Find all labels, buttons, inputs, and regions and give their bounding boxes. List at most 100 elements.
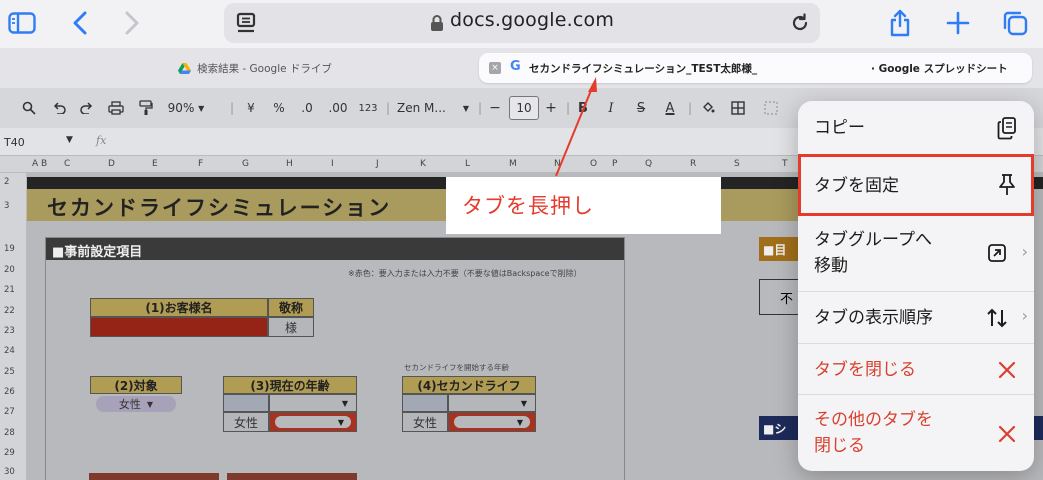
menu-item-copy[interactable]: コピー — [798, 101, 1034, 155]
row-label[interactable]: 25 — [4, 367, 15, 377]
row-label[interactable]: 29 — [4, 448, 15, 458]
sidebar-icon[interactable] — [4, 6, 40, 40]
column-label[interactable]: G — [242, 159, 249, 169]
zoom-select[interactable]: 90% ▼ — [166, 98, 206, 118]
chevron-right-icon: › — [1021, 306, 1028, 325]
percent-button[interactable]: % — [272, 98, 286, 118]
second-life-dropdown[interactable]: ▼ — [448, 394, 536, 412]
current-age-dropdown[interactable]: ▼ — [269, 394, 357, 412]
reload-icon[interactable] — [788, 11, 812, 35]
row-label[interactable]: 22 — [4, 306, 15, 316]
row-label[interactable]: 30 — [4, 467, 15, 477]
current-age-input[interactable]: ▼ — [269, 412, 357, 432]
font-size-increase-button[interactable]: + — [544, 98, 558, 118]
customer-name-input[interactable] — [90, 317, 268, 337]
fill-color-icon[interactable] — [700, 98, 716, 118]
chevron-down-icon[interactable]: ▼ — [66, 135, 73, 145]
column-label[interactable]: K — [420, 159, 426, 169]
menu-item-tab-order[interactable]: タブの表示順序 › — [798, 292, 1034, 344]
sort-order-icon — [984, 305, 1010, 331]
row-label[interactable]: 20 — [4, 265, 15, 275]
column-label[interactable]: N — [554, 159, 561, 169]
reader-icon[interactable] — [234, 11, 258, 35]
pin-icon — [994, 172, 1020, 198]
font-size-input[interactable]: 10 — [509, 96, 539, 120]
tab-drive-search[interactable]: 検索結果 - Google ドライブ — [0, 54, 510, 82]
target-dropdown[interactable]: 女性 ▼ — [96, 396, 176, 412]
decrease-decimal-button[interactable]: .0 — [298, 98, 316, 118]
move-to-group-icon — [984, 240, 1010, 266]
row-label[interactable]: 19 — [4, 244, 15, 254]
column-label[interactable]: C — [64, 159, 70, 169]
row-label[interactable]: 26 — [4, 387, 15, 397]
tab-close-icon[interactable]: × — [489, 62, 501, 74]
annotation-text: タブを長押し — [462, 194, 594, 218]
paint-format-icon[interactable] — [136, 98, 156, 118]
merge-cells-icon[interactable] — [760, 98, 782, 118]
column-label[interactable]: F — [198, 159, 203, 169]
row-label[interactable]: 23 — [4, 326, 15, 336]
strikethrough-button[interactable]: S — [634, 98, 648, 118]
italic-button[interactable]: I — [604, 98, 618, 118]
currency-button[interactable]: ¥ — [244, 98, 258, 118]
tab-spreadsheet[interactable]: × G セカンドライフシミュレーション_TEST太郎様_ · Google スプ… — [479, 53, 1032, 83]
cell-reference[interactable]: T40 — [4, 136, 25, 149]
column-label[interactable]: A — [32, 159, 38, 169]
column-label[interactable]: T — [782, 159, 788, 169]
toolbar-divider: | — [565, 101, 571, 115]
new-tab-icon[interactable] — [940, 6, 976, 40]
address-bar[interactable]: docs.google.com — [224, 3, 820, 43]
column-label[interactable]: H — [286, 159, 293, 169]
menu-item-pin-tab[interactable]: タブを固定 — [798, 155, 1034, 216]
column-label[interactable]: D — [108, 159, 115, 169]
bold-button[interactable]: B — [576, 98, 590, 118]
column-label[interactable]: E — [152, 159, 158, 169]
second-life-input[interactable]: ▼ — [448, 412, 536, 432]
column-label[interactable]: S — [734, 159, 740, 169]
menu-item-label: その他のタブを — [814, 410, 933, 430]
target-value: 女性 — [118, 398, 141, 411]
honorific-header: 敬称 — [268, 298, 314, 317]
row-label[interactable]: 28 — [4, 428, 15, 438]
borders-icon[interactable] — [730, 98, 746, 118]
menu-item-close-tab[interactable]: タブを閉じる — [798, 344, 1034, 395]
column-label[interactable]: R — [690, 159, 696, 169]
chevron-down-icon: ▼ — [520, 399, 527, 408]
browser-toolbar: docs.google.com — [0, 0, 1043, 48]
chevron-right-icon: › — [1021, 242, 1028, 261]
column-label[interactable]: L — [465, 159, 470, 169]
next-section-bar — [89, 473, 219, 480]
forward-icon[interactable] — [114, 6, 150, 40]
text-color-button[interactable]: A — [662, 98, 678, 118]
redo-icon[interactable] — [78, 98, 96, 118]
column-label[interactable]: B — [41, 159, 47, 169]
toolbar-divider: | — [229, 101, 235, 115]
undo-icon[interactable] — [50, 98, 68, 118]
menu-item-move-to-group[interactable]: タブグループへ 移動 › — [798, 216, 1034, 292]
row-label[interactable]: 24 — [4, 346, 15, 356]
column-label[interactable]: M — [509, 159, 517, 169]
pre-settings-section: ■事前設定項目 ※赤色：要入力または入力不要（不要な値はBackspaceで削除… — [45, 237, 625, 480]
increase-decimal-button[interactable]: .00 — [326, 98, 350, 118]
column-label[interactable]: O — [590, 159, 597, 169]
font-select[interactable]: Zen M... ▼ — [397, 98, 469, 118]
share-icon[interactable] — [882, 6, 918, 40]
font-size-decrease-button[interactable]: − — [488, 98, 502, 118]
honorific-value[interactable]: 様 — [268, 317, 314, 337]
menu-item-close-other-tabs[interactable]: その他のタブを 閉じる — [798, 395, 1034, 471]
row-label[interactable]: 27 — [4, 407, 15, 417]
print-icon[interactable] — [106, 98, 126, 118]
chevron-down-icon: ▼ — [462, 103, 469, 113]
tab-overview-icon[interactable] — [997, 6, 1033, 40]
number-format-button[interactable]: 123 — [357, 98, 379, 118]
column-label[interactable]: Q — [645, 159, 652, 169]
back-icon[interactable] — [62, 6, 98, 40]
column-label[interactable]: J — [376, 159, 379, 169]
search-icon[interactable] — [20, 98, 38, 118]
column-label[interactable]: I — [331, 159, 334, 169]
row-label[interactable]: 2 — [4, 177, 9, 187]
customer-name-header: (1)お客様名 — [90, 298, 268, 317]
row-label[interactable]: 21 — [4, 285, 15, 295]
column-label[interactable]: P — [612, 159, 617, 169]
row-label[interactable]: 3 — [4, 201, 9, 211]
